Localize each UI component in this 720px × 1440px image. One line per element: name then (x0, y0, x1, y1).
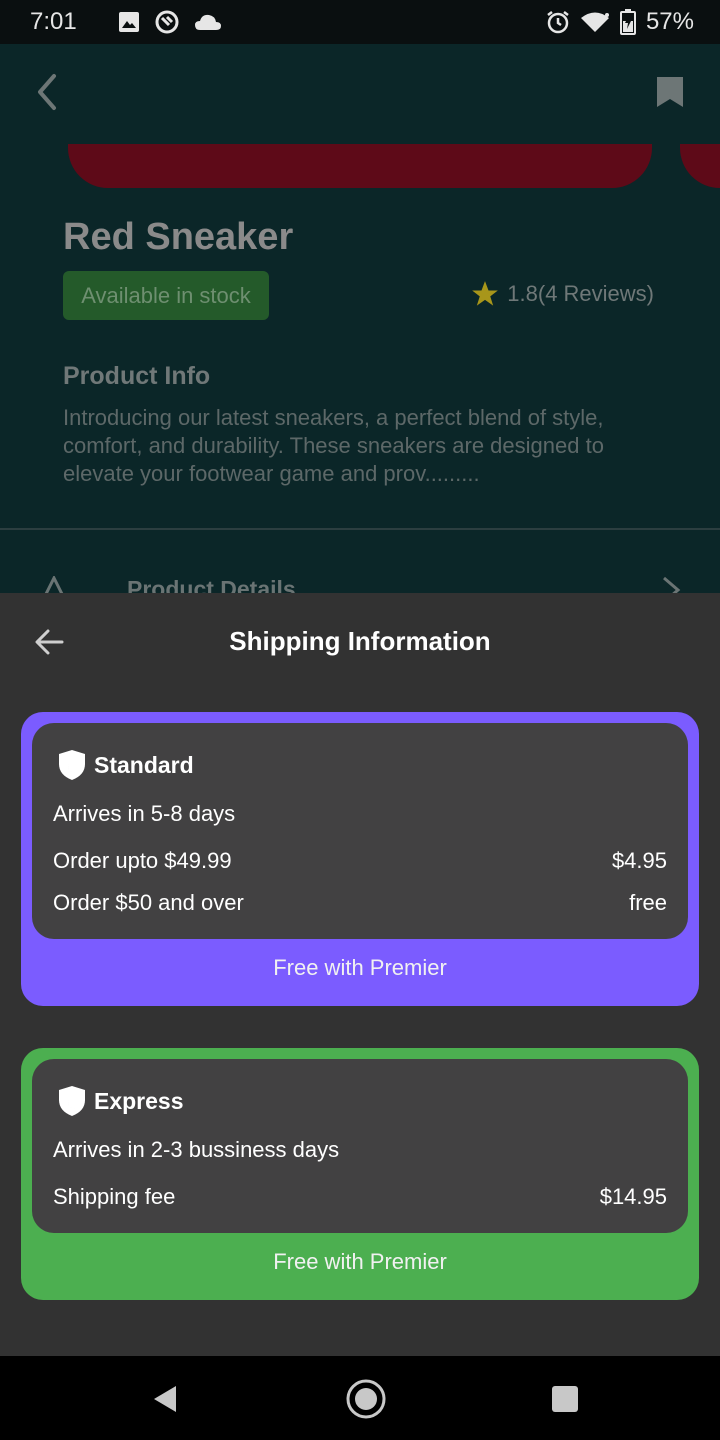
product-image (68, 144, 652, 188)
standard-arrives-text: Arrives in 5-8 days (53, 801, 236, 826)
express-shipping-card[interactable]: Express Arrives in 2-3 bussiness days Sh… (21, 1048, 699, 1300)
product-title: Red Sneaker (63, 216, 294, 258)
shield-icon (59, 1086, 85, 1116)
details-icon (44, 576, 64, 593)
stock-badge: Available in stock (63, 271, 269, 320)
product-details-row[interactable]: Product Details (0, 566, 720, 593)
sync-icon (155, 10, 179, 34)
standard-premier-label: Free with Premier (273, 955, 447, 980)
status-bar: 7:01 57% (0, 0, 720, 44)
express-arrives-text: Arrives in 2-3 bussiness days (53, 1137, 340, 1162)
express-card-body: Express Arrives in 2-3 bussiness days Sh… (32, 1059, 688, 1233)
battery-percent: 57% (645, 8, 694, 35)
rating-text: 1.8(4 Reviews) (507, 281, 654, 306)
sheet-title: Shipping Information (229, 626, 491, 656)
image-icon (119, 12, 139, 32)
cloud-icon (195, 14, 221, 30)
product-page: Red Sneaker Available in stock 1.8(4 Rev… (0, 44, 720, 593)
navigation-bar (0, 1356, 720, 1440)
nav-recents-icon[interactable] (551, 1385, 579, 1413)
product-image-next (680, 144, 720, 188)
standard-row-2-value: free (629, 890, 667, 915)
express-premier-label: Free with Premier (273, 1249, 447, 1274)
rating: 1.8(4 Reviews) (471, 280, 654, 308)
back-chevron-icon[interactable] (32, 72, 66, 112)
express-fee-row: Shipping fee $14.95 (53, 1184, 667, 1210)
star-icon (472, 281, 499, 306)
standard-row-1-label: Order upto $49.99 (53, 848, 232, 873)
standard-row-1-value: $4.95 (611, 848, 667, 873)
standard-shipping-card[interactable]: Standard Arrives in 5-8 days Order upto … (21, 712, 699, 1006)
nav-back-icon[interactable] (150, 1384, 180, 1414)
product-info-title: Product Info (63, 362, 211, 390)
standard-card-body: Standard Arrives in 5-8 days Order upto … (32, 723, 688, 939)
standard-row-2-label: Order $50 and over (53, 890, 244, 915)
divider (0, 528, 720, 530)
wifi-icon (580, 12, 609, 32)
chevron-right-icon (663, 576, 681, 593)
standard-row-2: Order $50 and over free (53, 890, 667, 916)
product-details-label: Product Details (127, 576, 296, 593)
standard-arrives: Arrives in 5-8 days (53, 801, 667, 827)
nav-home-icon[interactable] (345, 1378, 387, 1420)
express-title: Express (94, 1087, 184, 1114)
standard-title: Standard (94, 751, 194, 778)
status-time: 7:01 (30, 8, 77, 35)
battery-icon (619, 9, 636, 35)
product-description: Introducing our latest sneakers, a perfe… (63, 405, 604, 486)
shield-icon (59, 750, 85, 780)
express-arrives: Arrives in 2-3 bussiness days (53, 1137, 667, 1163)
standard-row-1: Order upto $49.99 $4.95 (53, 848, 667, 874)
express-fee-value: $14.95 (599, 1184, 667, 1209)
bookmark-icon[interactable] (656, 76, 684, 108)
shipping-sheet: Shipping Information Standard Arrives in… (0, 593, 720, 1356)
express-fee-label: Shipping fee (53, 1184, 176, 1209)
alarm-icon (547, 11, 569, 34)
